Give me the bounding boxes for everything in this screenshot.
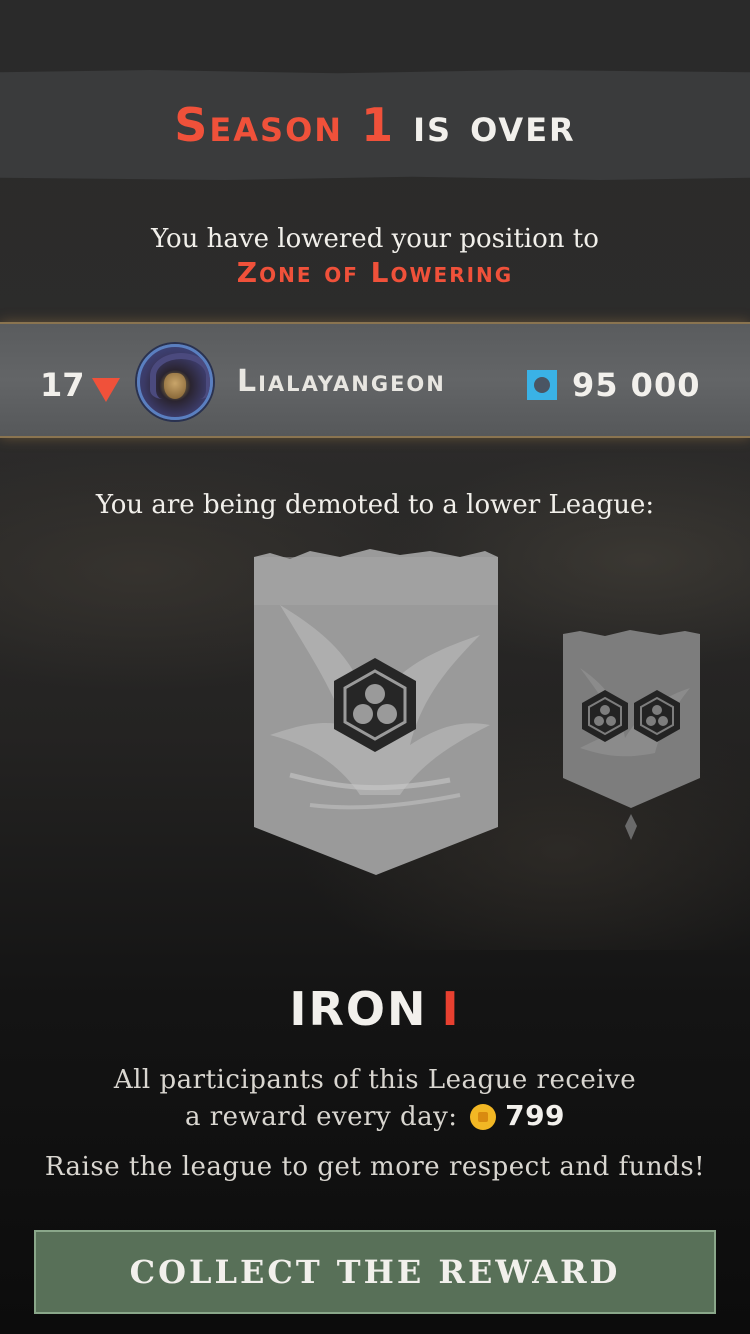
skull-face-shape [164,373,186,399]
reward-line-2-text: a reward every day: [184,1102,458,1132]
player-row: 17 Lialayangeon 95 000 [0,322,750,438]
season-status: is over [413,98,576,152]
league-tier: I [441,982,461,1036]
demotion-message: You are being demoted to a lower League: [95,490,655,520]
next-league-banner [563,630,700,840]
gold-coin-icon [470,1104,497,1130]
reward-amount: 799 [505,1099,566,1132]
player-rating: 95 000 [572,366,701,404]
league-hint: Raise the league to get more respect and… [44,1152,706,1182]
zone-name: Zone of Lowering [236,256,514,289]
reward-description: All participants of this League receive … [0,1062,750,1135]
rank-down-icon [92,378,120,402]
page-title: Season 1 is over [174,98,575,152]
avatar [137,344,213,420]
league-name: IRON I [0,982,750,1036]
reward-line-1: All participants of this League receive [113,1065,637,1095]
collect-reward-button[interactable]: COLLECT THE REWARD [34,1230,716,1314]
rating-icon [527,370,557,400]
title-bar: Season 1 is over [0,70,750,180]
reward-line-2: a reward every day: 799 [0,1098,750,1135]
result-message: You have lowered your position to [151,224,599,254]
player-rank: 17 [40,366,85,404]
league-title: IRON [289,982,428,1036]
iron-league-banner [254,549,498,875]
season-label: Season 1 [174,98,396,152]
player-name: Lialayangeon [237,364,446,399]
